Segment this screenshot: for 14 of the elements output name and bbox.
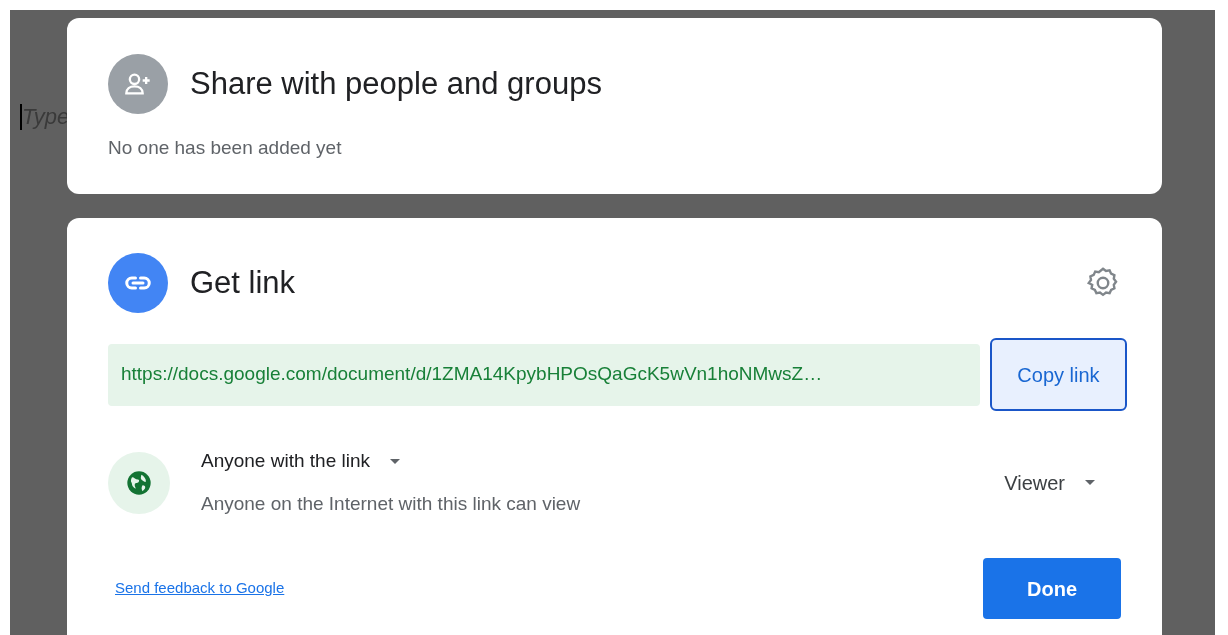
- link-url-field[interactable]: https://docs.google.com/document/d/1ZMA14KpybHPOsQaGcK5wVn1hoNMwsZ…: [108, 343, 980, 406]
- access-description: Anyone on the Internet with this link can view: [201, 491, 581, 516]
- caret-icon: [1085, 480, 1095, 485]
- caret-icon: [390, 458, 400, 464]
- add-person-icon: [108, 54, 168, 114]
- share-status: No one has been added yet: [108, 136, 343, 160]
- role-dropdown[interactable]: Viewer: [1004, 467, 1095, 498]
- access-scope-dropdown[interactable]: Anyone with the link: [201, 447, 581, 476]
- share-title: Share with people and groups: [190, 64, 602, 103]
- link-title: Get link: [190, 263, 296, 302]
- copy-link-button[interactable]: Copy link: [990, 338, 1127, 411]
- feedback-link[interactable]: Send feedback to Google: [115, 577, 285, 600]
- link-icon: [108, 253, 168, 313]
- done-button[interactable]: Done: [983, 558, 1121, 619]
